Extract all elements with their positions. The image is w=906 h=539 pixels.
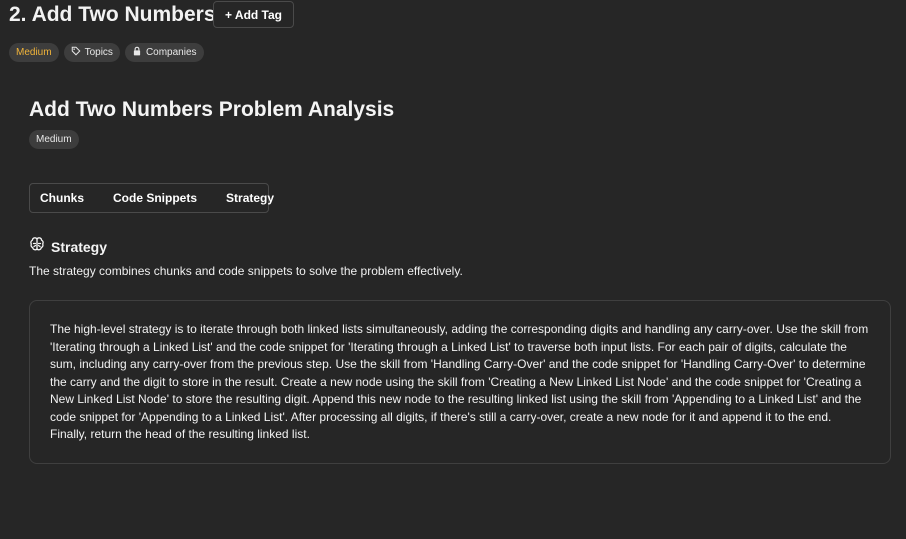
companies-tag-label: Companies: [145, 47, 197, 58]
analysis-title: Add Two Numbers Problem Analysis: [29, 98, 395, 121]
tag-list: Medium Topics Companies: [9, 43, 204, 62]
add-tag-button[interactable]: + Add Tag: [213, 1, 294, 28]
companies-tag[interactable]: Companies: [124, 43, 204, 62]
tag-icon: [71, 46, 81, 59]
brain-icon: [29, 236, 45, 257]
tab-chunks[interactable]: Chunks: [40, 191, 84, 205]
difficulty-badge: Medium: [29, 130, 79, 149]
difficulty-tag-label: Medium: [16, 47, 52, 58]
strategy-header: Strategy: [29, 236, 107, 257]
lock-icon: [132, 46, 142, 59]
tab-strategy[interactable]: Strategy: [226, 191, 274, 205]
analysis-tabs: Chunks Code Snippets Strategy: [29, 183, 274, 213]
topics-tag-label: Topics: [84, 47, 113, 58]
strategy-description: The strategy combines chunks and code sn…: [29, 264, 463, 278]
strategy-card: The high-level strategy is to iterate th…: [29, 300, 891, 464]
strategy-body: The high-level strategy is to iterate th…: [50, 322, 869, 441]
problem-page: 2. Add Two Numbers + Add Tag Medium Topi…: [0, 0, 906, 539]
difficulty-tag[interactable]: Medium: [9, 43, 59, 62]
topics-tag[interactable]: Topics: [63, 43, 120, 62]
problem-title: 2. Add Two Numbers: [9, 3, 216, 26]
strategy-title: Strategy: [51, 238, 108, 255]
tab-code-snippets[interactable]: Code Snippets: [113, 191, 197, 205]
